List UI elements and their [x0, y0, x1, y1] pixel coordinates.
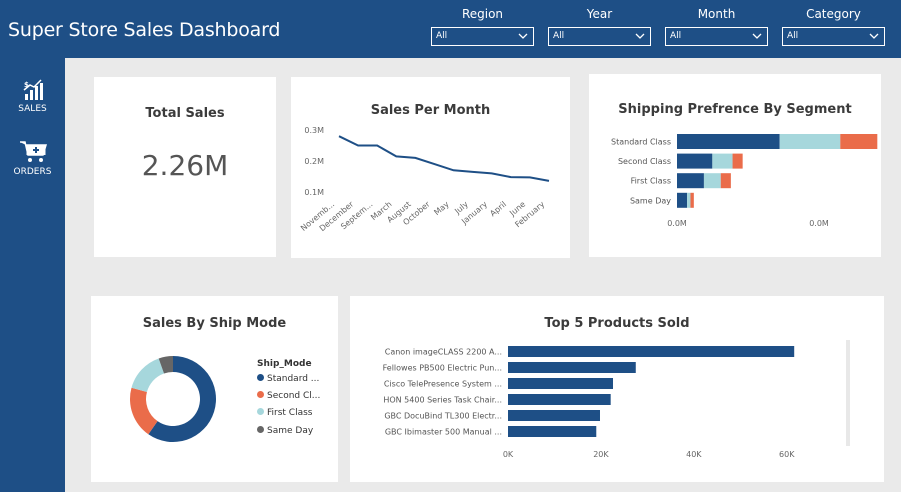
bar	[508, 426, 597, 437]
chevron-down-icon	[635, 33, 645, 39]
donut-chart	[130, 356, 217, 442]
x-tick-label: 0K	[503, 450, 514, 459]
legend-dot	[257, 391, 264, 398]
x-tick-label: April	[488, 200, 508, 219]
dropdown-value: All	[436, 31, 448, 41]
bar-segment	[712, 153, 733, 169]
line-chart: 0.1M0.2M0.3MNovemb...DecemberSeptem...Ma…	[299, 126, 550, 233]
kpi-value: 2.26M	[141, 149, 229, 182]
bar-segment	[677, 192, 688, 208]
bar-segment	[687, 192, 691, 208]
legend-label: First Class	[267, 408, 313, 418]
x-tick-label: 40K	[686, 450, 702, 459]
x-tick-label: 20K	[593, 450, 609, 459]
sidebar-item-label: SALES	[18, 104, 47, 114]
sidebar-item-orders[interactable]: ORDERS	[0, 140, 65, 177]
kpi-title: Total Sales	[145, 106, 225, 121]
filter-label: Month	[697, 7, 736, 21]
dropdown-value: All	[670, 31, 682, 41]
sidebar-item-label: ORDERS	[13, 167, 52, 177]
bar-segment	[840, 134, 878, 149]
year-dropdown[interactable]: All	[548, 27, 651, 46]
category-label: Second Class	[618, 157, 671, 166]
legend-dot	[257, 408, 264, 415]
sales-by-ship-mode-card: Sales By Ship Mode Ship_Mode Standard ..…	[91, 296, 338, 482]
legend-label: Same Day	[267, 426, 314, 436]
category-label: Canon imageCLASS 2200 A...	[385, 348, 502, 357]
category-label: HON 5400 Series Task Chair...	[383, 396, 502, 405]
legend-item[interactable]: Standard ...	[257, 374, 319, 384]
category-label: GBC Ibimaster 500 Manual ...	[385, 428, 502, 437]
dropdown-value: All	[553, 31, 565, 41]
horizontal-bar-chart: Canon imageCLASS 2200 A... Fellowes PB500…	[383, 346, 795, 459]
y-tick-label: 0.1M	[304, 188, 324, 197]
cart-add-icon	[19, 141, 47, 162]
shipping-preference-card: Shipping Prefrence By Segment Standard C…	[589, 74, 881, 257]
bar-segment	[779, 134, 841, 149]
bar-segment	[677, 134, 780, 149]
sidebar-item-sales[interactable]: $ SALES	[0, 79, 65, 114]
legend-label: Second Cl...	[267, 391, 321, 401]
top-products-card: Top 5 Products Sold Canon imageCLASS 220…	[350, 296, 884, 482]
filter-label: Region	[461, 7, 504, 21]
bar	[508, 410, 600, 421]
kpi-card-total-sales: Total Sales 2.26M	[94, 77, 276, 257]
legend-item[interactable]: Second Cl...	[257, 391, 320, 401]
legend-dot	[257, 374, 264, 381]
bar-segment	[690, 192, 694, 208]
filter-category: Category All	[782, 7, 885, 46]
chevron-down-icon	[869, 33, 879, 39]
category-label: Same Day	[630, 196, 671, 205]
legend-item[interactable]: First Class	[257, 408, 312, 418]
filter-month: Month All	[665, 7, 768, 46]
y-tick-label: 0.3M	[304, 126, 324, 135]
chevron-down-icon	[518, 33, 528, 39]
sidebar: $ SALES ORDERS	[0, 58, 65, 492]
bar	[508, 346, 795, 357]
bar	[508, 362, 636, 373]
bar-segment	[703, 173, 721, 189]
y-tick-label: 0.2M	[304, 157, 324, 166]
dashboard-title: Super Store Sales Dashboard	[8, 19, 281, 41]
filter-year: Year All	[548, 7, 651, 46]
region-dropdown[interactable]: All	[431, 27, 534, 46]
month-dropdown[interactable]: All	[665, 27, 768, 46]
bar-segment	[732, 153, 743, 169]
filter-label: Category	[806, 7, 861, 21]
legend-item[interactable]: Same Day	[257, 426, 313, 436]
category-label: Fellowes PB500 Electric Pun...	[383, 364, 502, 373]
dropdown-value: All	[787, 31, 799, 41]
bar-segment	[720, 173, 731, 189]
chevron-down-icon	[752, 33, 762, 39]
bar	[508, 378, 614, 389]
bar-segment	[677, 153, 713, 169]
legend-dot	[257, 426, 264, 433]
donut-slice	[131, 358, 165, 392]
header-bar: Super Store Sales Dashboard Region All Y…	[0, 0, 901, 58]
bar	[508, 394, 611, 405]
x-tick-label: 0.0M	[667, 219, 687, 228]
category-label: Cisco TelePresence System ...	[384, 380, 502, 389]
category-label: First Class	[631, 177, 671, 186]
sales-per-month-card: Sales Per Month 0.1M 0.2M 0.3M Novemb... Dec…	[291, 77, 570, 258]
legend-label: Standard ...	[267, 374, 320, 384]
x-tick-label: May	[432, 199, 451, 217]
filter-label: Year	[586, 7, 613, 21]
x-tick-label: 0.0M	[809, 219, 829, 228]
stacked-bar-chart: Standard Class Second Class First Class Sam…	[611, 134, 878, 228]
category-label: GBC DocuBind TL300 Electr...	[384, 412, 502, 421]
scrollbar[interactable]	[846, 340, 850, 446]
x-tick-label: 60K	[779, 450, 795, 459]
category-dropdown[interactable]: All	[782, 27, 885, 46]
filter-region: Region All	[431, 7, 534, 46]
sales-chart-icon: $	[23, 79, 43, 100]
legend-title: Ship_Mode	[257, 359, 312, 369]
series-line	[338, 135, 550, 182]
bar-segment	[677, 173, 704, 189]
category-label: Standard Class	[611, 138, 671, 147]
svg-text:$: $	[24, 81, 29, 89]
